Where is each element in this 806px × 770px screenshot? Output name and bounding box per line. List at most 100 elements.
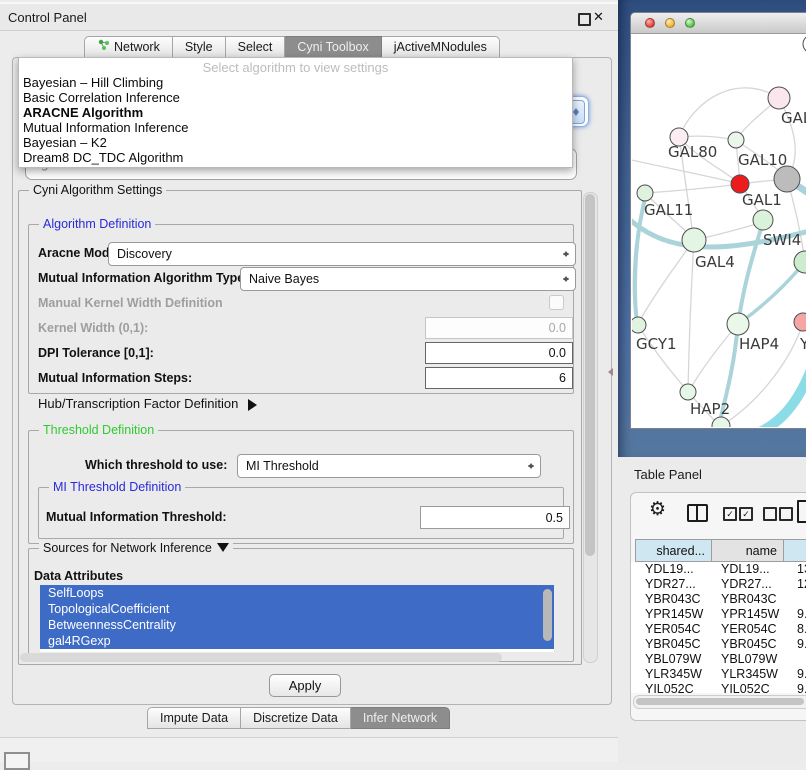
- tab-impute-data[interactable]: Impute Data: [147, 707, 241, 729]
- data-attribute-item[interactable]: gal4RGexp: [40, 633, 554, 649]
- table-cell: YDR27...: [721, 577, 772, 592]
- network-window-titlebar[interactable]: [631, 13, 806, 34]
- manual-kernel-checkbox[interactable]: [549, 295, 564, 310]
- panel-splitter-handle[interactable]: [604, 368, 613, 376]
- settings-hscroll-thumb[interactable]: [20, 653, 502, 662]
- which-threshold-select[interactable]: MI Threshold: [237, 454, 541, 478]
- tab-label: Select: [238, 37, 273, 57]
- mi-threshold-field[interactable]: 0.5: [420, 506, 570, 529]
- node-gal4[interactable]: [682, 228, 706, 252]
- tab-select[interactable]: Select: [226, 36, 286, 58]
- node-unlabeled[interactable]: [712, 417, 730, 427]
- mi-threshold-value: 0.5: [546, 511, 563, 525]
- aracne-mode-select[interactable]: Discovery: [108, 242, 576, 266]
- close-icon[interactable]: ✕: [593, 9, 604, 25]
- node-label-hap2: HAP2: [690, 400, 730, 418]
- node-label-gal10: GAL10: [738, 151, 787, 169]
- network-view-window[interactable]: GALGAL80GAL10GAL1SWI4GAL11GAL4GCY1HAP4YH…: [630, 12, 806, 429]
- panel-title: Control Panel: [8, 10, 87, 25]
- table-row[interactable]: YER054CYER054C8.: [635, 622, 806, 637]
- table-row[interactable]: YBL079WYBL079W: [635, 652, 806, 667]
- data-attribute-item[interactable]: SelfLoops: [40, 585, 554, 601]
- algorithm-option[interactable]: Bayesian – Hill Climbing: [19, 75, 572, 90]
- table-cell: YLR345W: [645, 667, 702, 682]
- column-header-cut[interactable]: [783, 539, 806, 562]
- dpi-tolerance-field[interactable]: 0.0: [425, 342, 573, 364]
- collapse-arrow-icon[interactable]: [217, 543, 229, 558]
- unchecked-checkbox-icon[interactable]: [763, 507, 777, 521]
- settings-vscroll-thumb[interactable]: [585, 194, 595, 556]
- mi-steps-field[interactable]: 6: [425, 367, 573, 389]
- zoom-traffic-light-icon[interactable]: [685, 18, 695, 28]
- tab-network[interactable]: Network: [84, 36, 173, 58]
- bottom-area: [0, 738, 618, 762]
- manual-kernel-label: Manual Kernel Width Definition: [38, 296, 223, 310]
- apply-button[interactable]: Apply: [269, 674, 341, 697]
- float-window-icon[interactable]: [578, 13, 591, 26]
- hub-tf-definition-section[interactable]: Hub/Transcription Factor Definition: [38, 396, 263, 411]
- node-gal10[interactable]: [728, 132, 744, 148]
- column-header-name[interactable]: name: [711, 539, 784, 562]
- data-attribute-item[interactable]: BetweennessCentrality: [40, 617, 554, 633]
- node-hap2[interactable]: [680, 384, 696, 400]
- dpi-tolerance-label: DPI Tolerance [0,1]:: [38, 346, 154, 360]
- node-unlabeled[interactable]: [794, 251, 806, 273]
- tab-infer-network[interactable]: Infer Network: [351, 707, 450, 729]
- column-layout-icon[interactable]: [687, 504, 708, 522]
- node-swi4[interactable]: [753, 210, 773, 230]
- data-attribute-item[interactable]: TopologicalCoefficient: [40, 601, 554, 617]
- table-hscroll-thumb[interactable]: [636, 698, 804, 705]
- data-attributes-list[interactable]: SelfLoopsTopologicalCoefficientBetweenne…: [40, 585, 554, 652]
- tab-style[interactable]: Style: [173, 36, 226, 58]
- node-y[interactable]: [794, 313, 806, 331]
- node-label-gal11: GAL11: [644, 201, 693, 219]
- table-row[interactable]: YPR145WYPR145W9.: [635, 607, 806, 622]
- algorithm-option[interactable]: ARACNE Algorithm: [19, 105, 572, 120]
- node-gal[interactable]: [768, 87, 790, 109]
- tab-discretize-data[interactable]: Discretize Data: [241, 707, 351, 729]
- table-row[interactable]: YDL19...YDL19...13: [635, 562, 806, 577]
- algorithm-option[interactable]: Dream8 DC_TDC Algorithm: [19, 150, 572, 165]
- node-unlabeled[interactable]: [774, 166, 800, 192]
- kernel-width-field[interactable]: 0.0: [425, 317, 573, 339]
- mi-type-select[interactable]: Naive Bayes: [240, 267, 576, 291]
- unchecked-checkbox-icon[interactable]: [779, 507, 793, 521]
- checked-checkbox-icon[interactable]: ✓: [723, 507, 737, 521]
- expand-arrow-icon[interactable]: [248, 399, 263, 411]
- network-canvas[interactable]: GALGAL80GAL10GAL1SWI4GAL11GAL4GCY1HAP4YH…: [632, 34, 806, 427]
- node-label-gal80: GAL80: [668, 143, 717, 161]
- table-hscrollbar[interactable]: [633, 695, 806, 709]
- node-label-y: Y: [799, 335, 806, 353]
- table-row[interactable]: YDR27...YDR27...12: [635, 577, 806, 592]
- collapsed-panel-icon[interactable]: [4, 752, 30, 770]
- kernel-width-label: Kernel Width (0,1):: [38, 321, 148, 335]
- algorithm-option[interactable]: Basic Correlation Inference: [19, 90, 572, 105]
- combo-stepper-icon: [562, 273, 570, 285]
- list-scrollbar-thumb[interactable]: [543, 589, 552, 641]
- document-icon[interactable]: [797, 500, 806, 523]
- network-icon: [97, 37, 110, 57]
- minimize-traffic-light-icon[interactable]: [665, 18, 675, 28]
- which-threshold-value: MI Threshold: [246, 459, 319, 473]
- algorithm-option[interactable]: Mutual Information Inference: [19, 120, 572, 135]
- control-panel-header: Control Panel ✕: [0, 2, 618, 31]
- table-row[interactable]: YIL052CYIL052C9.: [635, 682, 806, 693]
- table-row[interactable]: YBR045CYBR045C9.: [635, 637, 806, 652]
- settings-vertical-scrollbar[interactable]: [583, 192, 598, 663]
- node-label-swi4: SWI4: [763, 231, 801, 249]
- data-attributes-label: Data Attributes: [34, 569, 123, 583]
- checked-checkbox-icon[interactable]: ✓: [739, 507, 753, 521]
- gear-icon[interactable]: ⚙: [649, 498, 666, 521]
- tab-jactivemnodules[interactable]: jActiveMNodules: [382, 36, 500, 58]
- algorithm-option[interactable]: Bayesian – K2: [19, 135, 572, 150]
- node-gal11[interactable]: [637, 185, 653, 201]
- node-hap4[interactable]: [727, 313, 749, 335]
- close-traffic-light-icon[interactable]: [645, 18, 655, 28]
- table-row[interactable]: YBR043CYBR043C: [635, 592, 806, 607]
- table-row[interactable]: YLR345WYLR345W9.: [635, 667, 806, 682]
- node-gcy1[interactable]: [632, 317, 646, 333]
- table-cell: 12: [797, 577, 806, 592]
- tab-cyni-toolbox[interactable]: Cyni Toolbox: [285, 36, 381, 58]
- node-label-hap4: HAP4: [739, 335, 779, 353]
- column-header-shared[interactable]: shared...: [635, 539, 712, 562]
